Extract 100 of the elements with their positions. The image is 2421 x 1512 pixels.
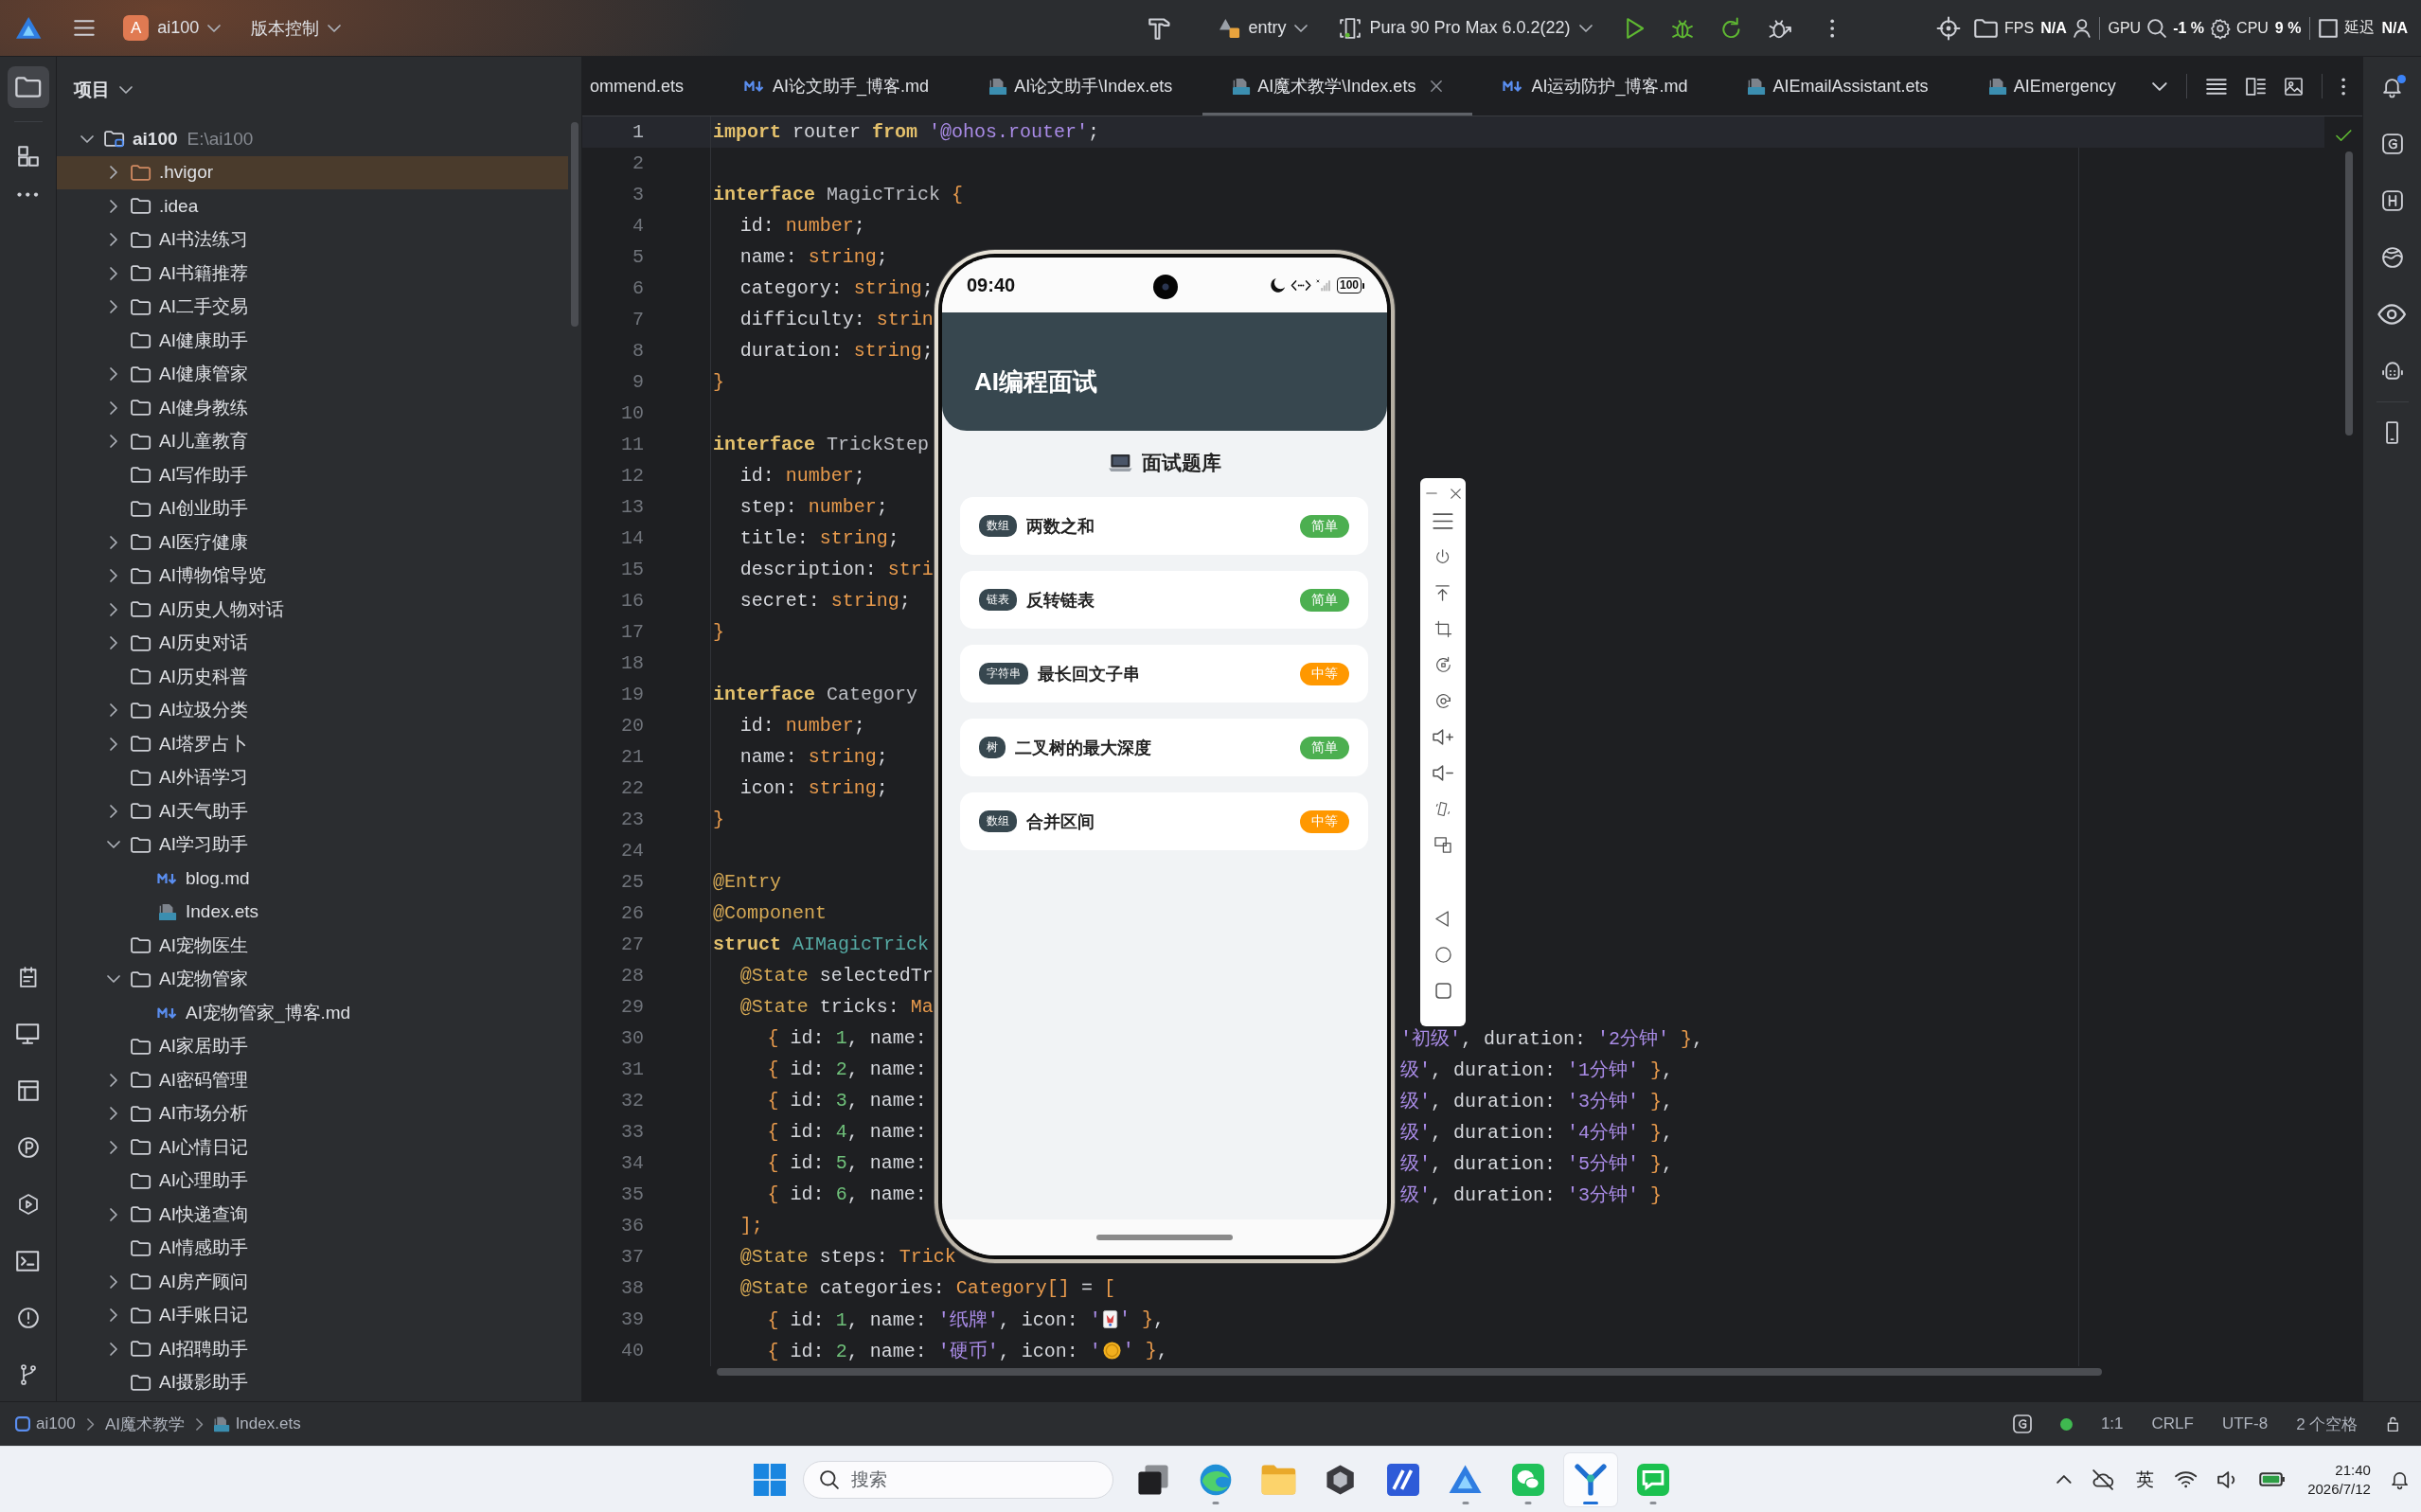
battery-icon[interactable] [2259, 1472, 2287, 1486]
editor-tab[interactable]: AI论文助手\Index.ets [959, 57, 1203, 116]
chevron-down-icon[interactable] [107, 975, 120, 984]
tree-item[interactable]: AI历史人物对话 [57, 593, 568, 627]
indent-setting[interactable]: 2 个空格 [2296, 1413, 2359, 1435]
tree-item[interactable]: AI家居助手 [57, 1029, 568, 1063]
tree-item[interactable]: AI招聘助手 [57, 1332, 568, 1366]
tree-item[interactable]: AI垃圾分类 [57, 693, 568, 727]
vcs-menu[interactable]: 版本控制 [245, 10, 347, 45]
chevron-right-icon[interactable] [110, 233, 117, 247]
tree-item[interactable]: AI医疗健康 [57, 525, 568, 560]
chevron-right-icon[interactable] [110, 569, 117, 583]
tree-item[interactable]: AI书法练习 [57, 222, 568, 257]
cloud-off-icon[interactable] [2092, 1468, 2115, 1490]
clock-time[interactable]: 21:40 [2335, 1460, 2371, 1480]
tilted-phone-icon[interactable] [1436, 800, 1450, 817]
tool-window-button[interactable] [7, 66, 49, 108]
tree-item[interactable]: AI历史科普 [57, 660, 568, 694]
robot-icon[interactable] [2381, 361, 2403, 382]
chevron-right-icon[interactable] [110, 602, 117, 616]
start-icon[interactable] [754, 1463, 786, 1496]
bug-arrow-icon[interactable] [1769, 17, 1792, 39]
chevron-up-icon[interactable] [2056, 1475, 2072, 1484]
caret-icon[interactable] [2152, 81, 2167, 91]
tree-item[interactable]: AI市场分析 [57, 1096, 568, 1130]
rotate-icon[interactable] [1434, 656, 1451, 673]
main-menu-icon[interactable] [74, 20, 96, 36]
tree-item[interactable]: AI健康助手 [57, 324, 568, 358]
editor-tab[interactable]: AIEmergency [1958, 57, 2140, 116]
tree-item[interactable]: AI健身教练 [57, 391, 568, 425]
chevron-right-icon[interactable] [110, 1073, 117, 1087]
chevron-right-icon[interactable] [110, 400, 117, 415]
tree-item[interactable]: AI宠物医生 [57, 929, 568, 963]
tree-item[interactable]: ai100 E:\ai100 [57, 122, 568, 156]
chevron-right-icon[interactable] [110, 1107, 117, 1121]
tree-item[interactable]: AI心情日记 [57, 1130, 568, 1165]
app-logo-icon[interactable] [16, 16, 42, 40]
search-field[interactable]: 搜索 [803, 1460, 1113, 1499]
scrollbar[interactable] [571, 122, 579, 327]
chevron-right-icon[interactable] [110, 367, 117, 382]
hammer-icon[interactable] [1148, 16, 1173, 40]
tree-item[interactable]: AI摄影助手 [57, 1365, 568, 1399]
breadcrumb[interactable]: ai100 [15, 1414, 76, 1433]
chevron-right-icon[interactable] [110, 804, 117, 818]
power-icon[interactable] [1435, 548, 1451, 565]
editor-tab[interactable]: AI运动防护_博客.md [1472, 57, 1718, 116]
debug-icon[interactable] [1671, 17, 1693, 39]
line-separator[interactable]: CRLF [2151, 1414, 2194, 1433]
multi-screen-icon[interactable] [1433, 836, 1452, 853]
tree-item[interactable]: AI心理助手 [57, 1164, 568, 1198]
person-icon[interactable] [2073, 18, 2091, 38]
tree-item[interactable]: AI学习助手 [57, 827, 568, 862]
breadcrumb[interactable]: AI魔术教学 [105, 1413, 186, 1435]
input-method[interactable]: 英 [2135, 1467, 2154, 1492]
volume-up-icon[interactable] [1432, 728, 1454, 745]
chevron-right-icon[interactable] [110, 636, 117, 650]
tree-item[interactable]: AI天气助手 [57, 794, 568, 828]
chevron-right-icon[interactable] [110, 1308, 117, 1323]
chevron-right-icon[interactable] [110, 435, 117, 449]
tree-item[interactable]: .hvigor [57, 155, 568, 189]
search-icon[interactable] [2147, 18, 2167, 38]
phone-icon[interactable] [2385, 421, 2399, 444]
back-icon[interactable] [1435, 910, 1451, 927]
tree-item[interactable]: AI房产顾问 [57, 1265, 568, 1299]
globe-icon[interactable] [2381, 247, 2403, 268]
tree-item[interactable]: AI塔罗占卜 [57, 727, 568, 761]
breadcrumb[interactable]: Index.ets [214, 1414, 301, 1433]
settings-icon[interactable] [2211, 18, 2231, 38]
tree-item[interactable]: AI博物馆导览 [57, 559, 568, 593]
menu-icon[interactable] [1433, 512, 1453, 529]
tree-item[interactable]: AI密码管理 [57, 1063, 568, 1097]
close-icon[interactable] [1450, 488, 1461, 499]
chevron-right-icon[interactable] [110, 1274, 117, 1289]
chevron-down-icon[interactable] [107, 841, 120, 849]
problem-card[interactable]: 链表 反转链表 简单 [960, 571, 1368, 629]
tree-item[interactable]: AI创业助手 [57, 491, 568, 525]
problem-card[interactable]: 树 二叉树的最大深度 简单 [960, 719, 1368, 776]
chevron-right-icon[interactable] [110, 266, 117, 280]
project-view-selector[interactable]: 项目 [68, 73, 138, 106]
tree-item[interactable]: AI健康管家 [57, 357, 568, 391]
folder-icon[interactable] [1974, 18, 1998, 38]
arrow-to-top-icon[interactable] [1435, 584, 1451, 601]
close-icon[interactable] [1431, 80, 1443, 92]
more-icon[interactable] [17, 192, 39, 197]
target-icon[interactable] [1937, 16, 1960, 40]
tree-item[interactable]: AI情感助手 [57, 1231, 568, 1265]
project-switcher[interactable]: A ai100 [117, 9, 227, 46]
caret-position[interactable]: 1:1 [2100, 1414, 2124, 1433]
clock-date[interactable]: 2026/7/12 [2307, 1479, 2371, 1499]
split-view-icon[interactable] [2245, 77, 2266, 96]
tree-item[interactable]: AI宠物管家 [57, 962, 568, 996]
refresh-icon[interactable] [1720, 17, 1741, 39]
tree-item[interactable]: blog.md [57, 862, 568, 896]
tree-item[interactable]: AI历史对话 [57, 626, 568, 660]
home-icon[interactable] [1434, 946, 1451, 963]
notifications-icon[interactable] [2383, 77, 2401, 98]
tree-item[interactable]: AI二手交易 [57, 290, 568, 324]
problem-card[interactable]: 字符串 最长回文子串 中等 [960, 645, 1368, 703]
editor-tab[interactable]: AI论文助手_博客.md [714, 57, 960, 116]
file-encoding[interactable]: UTF-8 [2221, 1414, 2269, 1433]
